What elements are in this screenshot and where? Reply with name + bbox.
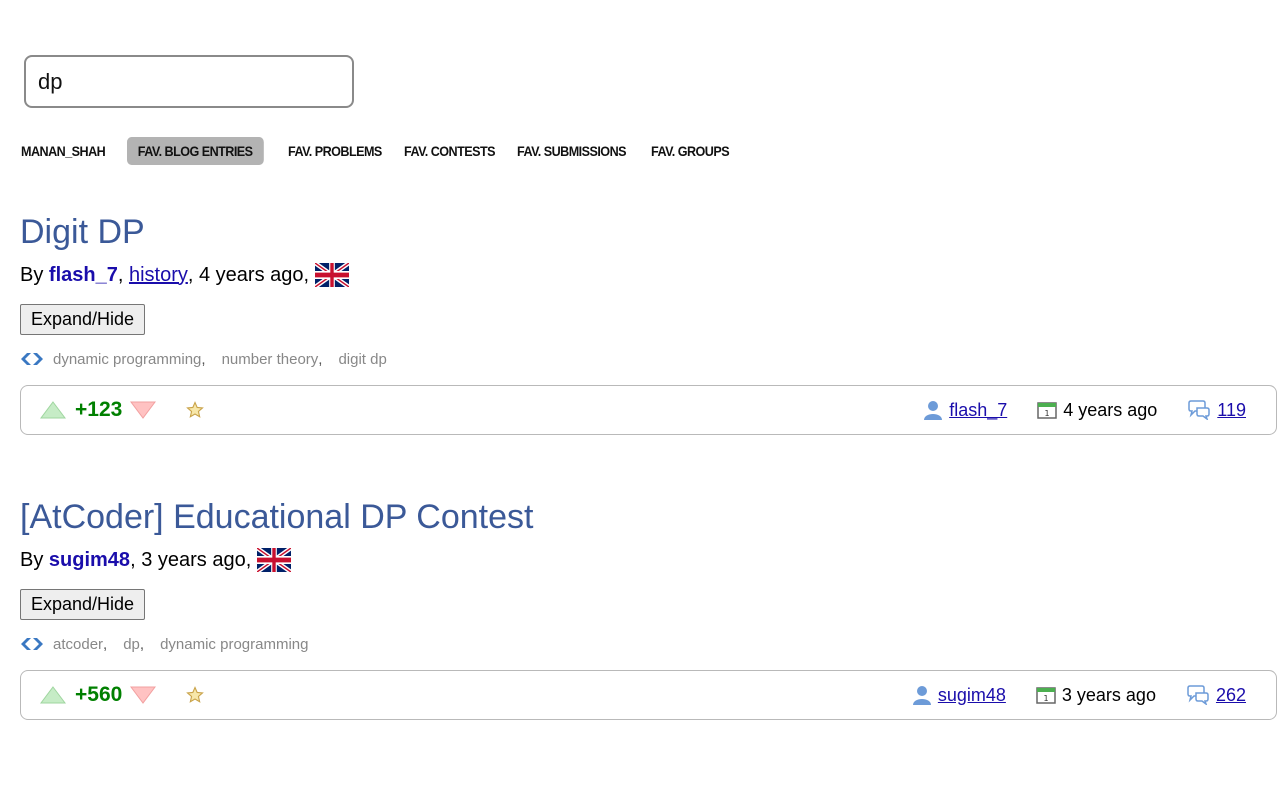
comments-link[interactable]: 262 (1216, 685, 1246, 706)
tag-link[interactable]: dp (123, 636, 140, 653)
user-icon (924, 401, 943, 420)
uk-flag-icon (257, 548, 292, 572)
tag-link[interactable]: atcoder (53, 636, 103, 653)
tag-link[interactable]: digit dp (338, 351, 386, 368)
user-icon (912, 686, 931, 705)
blog-entry-title[interactable]: [AtCoder] Educational DP Contest (20, 497, 1277, 537)
by-label: By (20, 263, 44, 286)
rating-value: +560 (75, 683, 123, 706)
author-link[interactable]: flash_7 (49, 264, 118, 287)
entry-meta: sugim48 1 3 years ago 262 (882, 671, 1246, 719)
tab-fav-blog-entries[interactable]: FAV. BLOG ENTRIES (126, 137, 263, 165)
blog-entry: [AtCoder] Educational DP Contest By sugi… (20, 497, 1277, 720)
star-icon[interactable] (186, 686, 205, 704)
vote-control: +560 (40, 683, 205, 707)
history-link[interactable]: history (129, 264, 188, 287)
tab-fav-contests[interactable]: FAV. CONTESTS (404, 137, 506, 165)
tag-link[interactable]: dynamic programming (53, 351, 201, 368)
entry-meta: flash_7 1 4 years ago 119 (893, 386, 1246, 434)
triangle-down-icon[interactable] (130, 401, 157, 419)
triangle-up-icon[interactable] (40, 686, 66, 704)
comments-link[interactable]: 119 (1217, 400, 1246, 421)
favourites-tabs: MANAN_SHAH FAV. BLOG ENTRIES FAV. PROBLE… (21, 137, 749, 165)
expand-hide-button[interactable]: Expand/Hide (20, 589, 146, 620)
tab-fav-submissions[interactable]: FAV. SUBMISSIONS (517, 137, 637, 165)
tag-link[interactable]: number theory (222, 351, 319, 368)
blog-entry-byline: By sugim48, 3 years ago, (20, 545, 1277, 575)
post-age: 4 years ago (199, 263, 304, 286)
expand-hide-button[interactable]: Expand/Hide (20, 304, 146, 335)
footer-author-link[interactable]: flash_7 (949, 400, 1007, 421)
uk-flag-icon (315, 263, 350, 287)
tab-fav-groups[interactable]: FAV. GROUPS (651, 137, 740, 165)
comments-icon (1188, 400, 1211, 420)
vote-control: +123 (40, 398, 205, 422)
star-icon[interactable] (186, 401, 205, 419)
tag-link[interactable]: dynamic programming (160, 636, 308, 653)
svg-text:1: 1 (1043, 694, 1048, 703)
calendar-icon: 1 (1037, 402, 1057, 419)
footer-author-link[interactable]: sugim48 (938, 685, 1006, 706)
entry-info-bar: +560 sugim48 1 3 years ago 262 (20, 670, 1277, 720)
by-label: By (20, 548, 44, 571)
footer-age: 3 years ago (1061, 684, 1156, 705)
svg-text:1: 1 (1045, 409, 1050, 418)
blog-entry-byline: By flash_7, history, 4 years ago, (20, 260, 1277, 290)
tag-icon (21, 638, 43, 650)
rating-value: +123 (75, 398, 123, 421)
calendar-icon: 1 (1036, 687, 1056, 704)
comments-icon (1187, 685, 1209, 705)
post-age: 3 years ago (141, 548, 246, 571)
blog-entry: Digit DP By flash_7, history, 4 years ag… (20, 212, 1277, 435)
triangle-up-icon[interactable] (40, 401, 66, 419)
tag-list: dynamic programming, number theory, digi… (20, 349, 1277, 369)
triangle-down-icon[interactable] (130, 686, 157, 704)
blog-entry-title[interactable]: Digit DP (20, 212, 1277, 252)
tag-list: atcoder, dp, dynamic programming (20, 634, 1277, 654)
author-link[interactable]: sugim48 (49, 549, 130, 572)
entry-info-bar: +123 flash_7 1 4 years ago 119 (20, 385, 1277, 435)
tab-profile[interactable]: MANAN_SHAH (21, 137, 116, 165)
tag-icon (21, 353, 43, 365)
search-input[interactable] (24, 55, 354, 108)
tab-fav-problems[interactable]: FAV. PROBLEMS (288, 137, 393, 165)
footer-age: 4 years ago (1063, 399, 1158, 420)
